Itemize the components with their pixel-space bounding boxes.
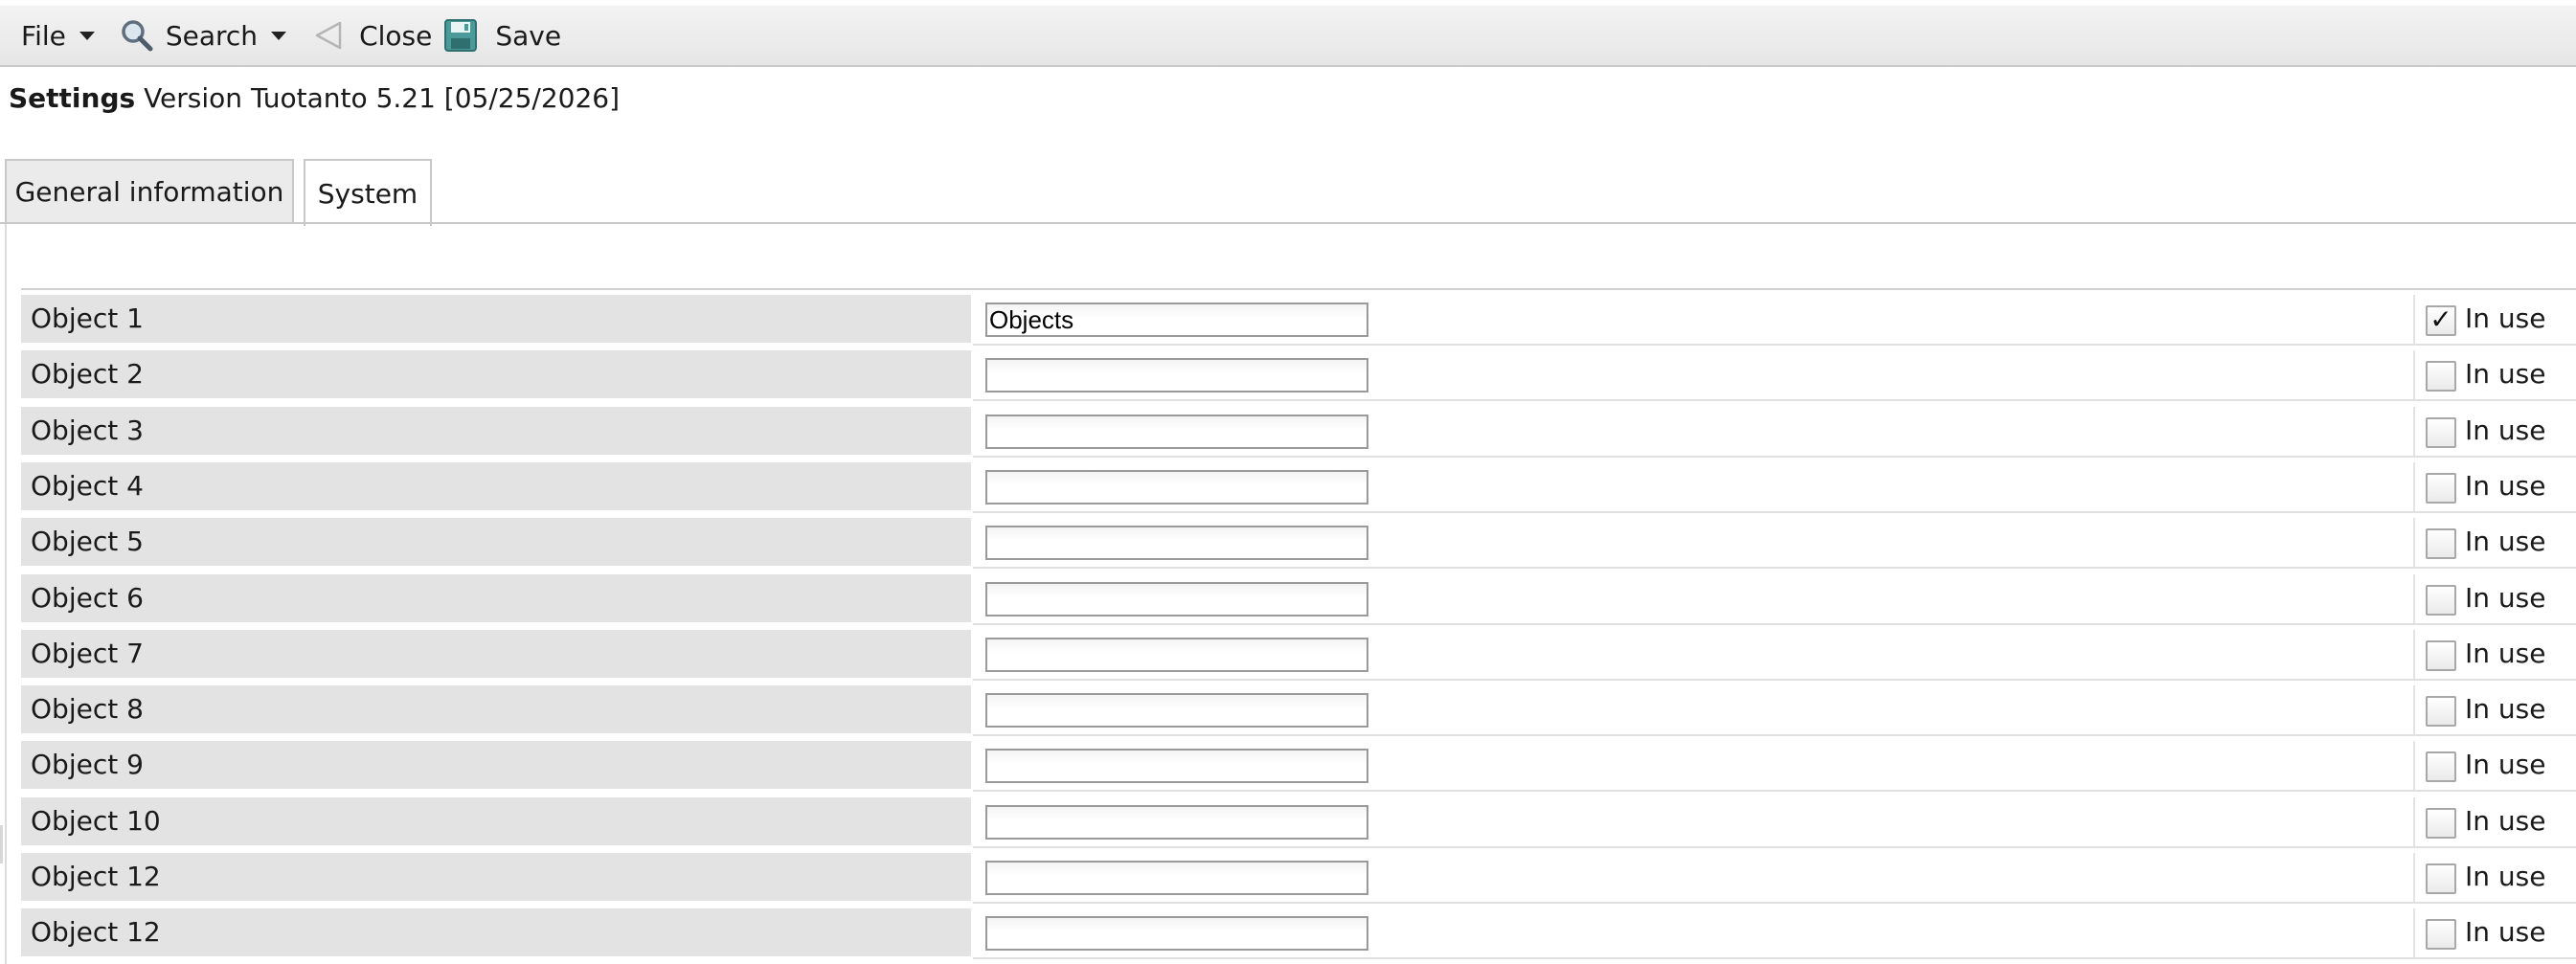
back-arrow-icon xyxy=(315,21,342,50)
close-button[interactable]: Close xyxy=(313,6,432,65)
in-use-checkbox[interactable] xyxy=(2426,919,2456,951)
in-use-label: In use xyxy=(2465,637,2546,669)
object-name-input[interactable] xyxy=(985,861,1368,895)
table-row: Object 9 In use xyxy=(0,736,2576,793)
search-icon xyxy=(122,20,153,52)
column-separator xyxy=(2413,461,2415,511)
close-label: Close xyxy=(359,19,433,52)
object-name-input[interactable] xyxy=(985,749,1368,784)
in-use-checkbox[interactable] xyxy=(2426,472,2456,504)
object-name-input[interactable] xyxy=(985,526,1368,561)
object-label: Object 12 xyxy=(21,853,971,901)
object-label: Object 10 xyxy=(21,796,971,845)
object-label: Object 2 xyxy=(21,350,971,399)
object-name-input[interactable] xyxy=(985,303,1368,337)
save-button[interactable]: Save xyxy=(443,6,561,65)
table-row: Object 10 In use xyxy=(0,793,2576,848)
object-label: Object 3 xyxy=(21,406,971,455)
page-title-bold: Settings xyxy=(9,82,136,114)
in-use-label: In use xyxy=(2465,693,2546,726)
in-use-label: In use xyxy=(2465,804,2546,837)
table-row: Object 8 In use xyxy=(0,681,2576,737)
in-use-checkbox[interactable] xyxy=(2426,361,2456,392)
in-use-checkbox[interactable]: ✓ xyxy=(2426,305,2456,336)
table-row: Object 4 In use xyxy=(0,458,2576,513)
file-menu-button[interactable]: File xyxy=(21,6,95,65)
table-row: Object 7 In use xyxy=(0,625,2576,681)
checkmark-icon: ✓ xyxy=(2429,303,2452,335)
in-use-checkbox[interactable] xyxy=(2426,751,2456,783)
search-button[interactable]: Search xyxy=(120,6,287,65)
object-label: Object 7 xyxy=(21,629,971,678)
in-use-label: In use xyxy=(2465,749,2546,781)
column-separator xyxy=(2413,573,2415,623)
in-use-checkbox[interactable] xyxy=(2426,528,2456,560)
tab-general-information[interactable]: General information xyxy=(5,159,294,224)
table-row: Object 6 In use xyxy=(0,570,2576,625)
floppy-disk-icon xyxy=(444,19,478,52)
tab-system[interactable]: System xyxy=(304,159,432,226)
in-use-label: In use xyxy=(2465,861,2546,892)
object-label: Object 6 xyxy=(21,573,971,622)
table-row: Object 12 In use xyxy=(0,848,2576,904)
in-use-label: In use xyxy=(2465,526,2546,558)
object-label: Object 1 xyxy=(21,295,971,343)
in-use-label: In use xyxy=(2465,303,2546,334)
object-name-input[interactable] xyxy=(985,916,1368,952)
chevron-down-icon xyxy=(271,31,287,40)
panel-edge-marker xyxy=(0,825,3,863)
object-name-input[interactable] xyxy=(985,804,1368,840)
toolbar: File Search Close Save xyxy=(0,6,2576,67)
in-use-checkbox[interactable] xyxy=(2426,639,2456,671)
object-name-input[interactable] xyxy=(985,469,1368,504)
in-use-checkbox[interactable] xyxy=(2426,696,2456,728)
column-separator xyxy=(2413,853,2415,902)
column-separator xyxy=(2413,796,2415,846)
table-row: Object 5 In use xyxy=(0,513,2576,570)
tab-baseline xyxy=(0,222,2576,224)
column-separator xyxy=(2413,685,2415,735)
object-name-input[interactable] xyxy=(985,693,1368,729)
page-title: Settings Version Tuotanto 5.21 [05/25/20… xyxy=(9,82,620,114)
row-divider xyxy=(973,957,2576,960)
object-label: Object 12 xyxy=(21,908,971,957)
in-use-label: In use xyxy=(2465,581,2546,614)
table-row: Object 1 ✓ In use xyxy=(0,290,2576,346)
search-label: Search xyxy=(165,19,259,52)
table-row: Object 3 In use xyxy=(0,402,2576,458)
in-use-checkbox[interactable] xyxy=(2426,807,2456,839)
object-name-input[interactable] xyxy=(985,414,1368,449)
save-label: Save xyxy=(495,19,562,52)
column-separator xyxy=(2413,518,2415,568)
in-use-label: In use xyxy=(2465,469,2546,502)
page-title-version: Version Tuotanto 5.21 [05/25/2026] xyxy=(144,82,621,114)
table-row: Object 12 In use xyxy=(0,904,2576,960)
tab-bar: General information System xyxy=(0,159,2576,226)
in-use-label: In use xyxy=(2465,916,2546,949)
in-use-label: In use xyxy=(2465,414,2546,446)
object-label: Object 9 xyxy=(21,741,971,790)
column-separator xyxy=(2413,350,2415,400)
table-row: Object 2 In use xyxy=(0,346,2576,402)
in-use-checkbox[interactable] xyxy=(2426,416,2456,448)
chevron-down-icon xyxy=(79,31,95,40)
object-label: Object 8 xyxy=(21,685,971,734)
object-label: Object 4 xyxy=(21,461,971,510)
column-separator xyxy=(2413,295,2415,344)
in-use-checkbox[interactable] xyxy=(2426,863,2456,894)
in-use-checkbox[interactable] xyxy=(2426,584,2456,616)
object-name-input[interactable] xyxy=(985,358,1368,393)
column-separator xyxy=(2413,406,2415,456)
object-name-input[interactable] xyxy=(985,581,1368,617)
column-separator xyxy=(2413,908,2415,958)
object-label: Object 5 xyxy=(21,518,971,567)
in-use-label: In use xyxy=(2465,358,2546,391)
column-separator xyxy=(2413,741,2415,791)
file-menu-label: File xyxy=(21,19,66,52)
column-separator xyxy=(2413,629,2415,679)
object-name-input[interactable] xyxy=(985,637,1368,672)
